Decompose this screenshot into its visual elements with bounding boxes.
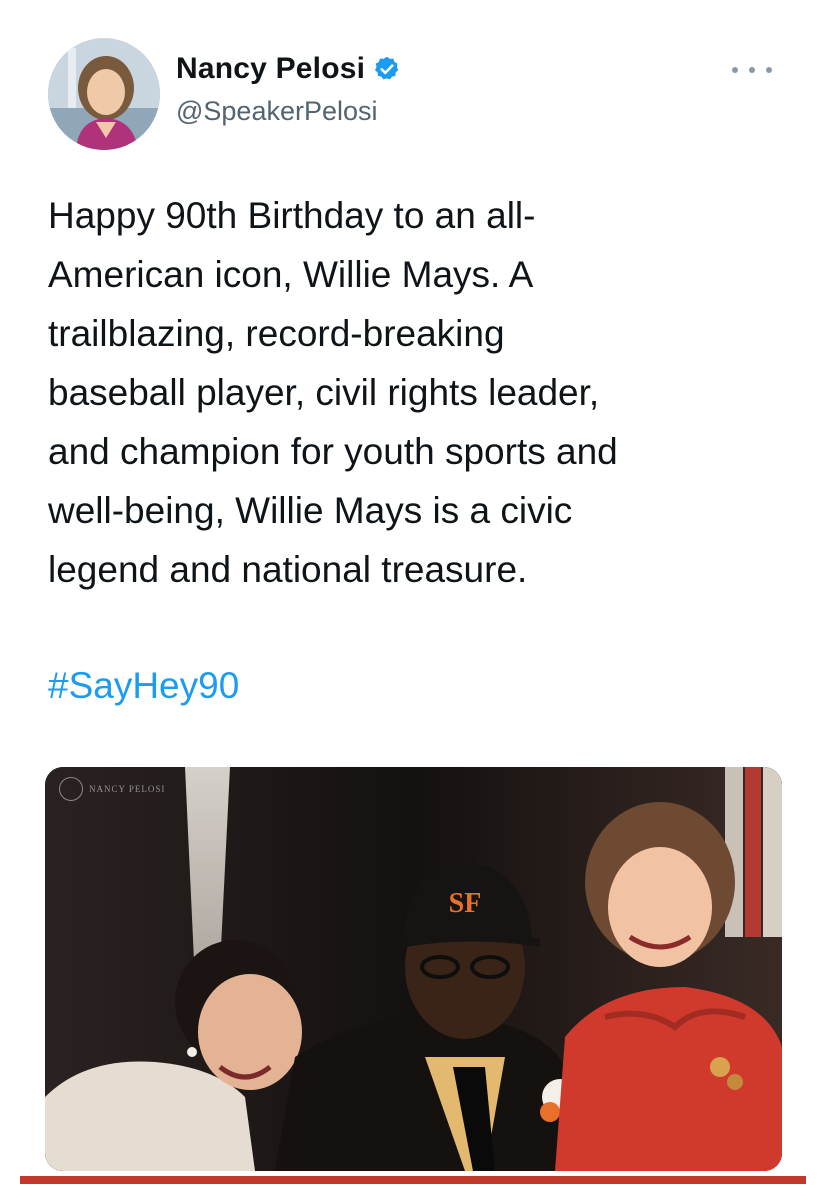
bottom-divider bbox=[20, 1176, 806, 1184]
tweet-text-line: baseball player, civil rights leader, bbox=[48, 372, 600, 413]
tweet-card: Nancy Pelosi @SpeakerPelosi Happy 90th B… bbox=[0, 0, 824, 1200]
ellipsis-dot bbox=[749, 67, 755, 73]
author-display-name[interactable]: Nancy Pelosi bbox=[176, 52, 365, 86]
ellipsis-icon[interactable] bbox=[732, 60, 772, 80]
tweet-text-line: American icon, Willie Mays. A bbox=[48, 254, 534, 295]
watermark-text: NANCY PELOSI bbox=[89, 784, 166, 794]
author-handle[interactable]: @SpeakerPelosi bbox=[176, 96, 378, 127]
tweet-text-line: trailblazing, record-breaking bbox=[48, 313, 505, 354]
ellipsis-dot bbox=[766, 67, 772, 73]
hashtag-link[interactable]: #SayHey90 bbox=[48, 656, 239, 715]
author-avatar[interactable] bbox=[48, 38, 160, 150]
svg-text:SF: SF bbox=[449, 888, 482, 919]
tweet-text-line: well-being, Willie Mays is a civic bbox=[48, 490, 573, 531]
photo-watermark: NANCY PELOSI bbox=[59, 777, 165, 801]
tweet-text-line: and champion for youth sports and bbox=[48, 431, 618, 472]
ellipsis-dot bbox=[732, 67, 738, 73]
tweet-text: Happy 90th Birthday to an all- American … bbox=[48, 186, 788, 599]
verified-badge-icon bbox=[373, 55, 401, 83]
author-name-row: Nancy Pelosi bbox=[176, 52, 401, 86]
seal-icon bbox=[59, 777, 83, 801]
photo-illustration: SF bbox=[45, 767, 782, 1171]
avatar-photo bbox=[48, 38, 160, 150]
tweet-photo[interactable]: SF NANCY PELOSI bbox=[45, 767, 782, 1171]
tweet-text-line: legend and national treasure. bbox=[48, 549, 528, 590]
tweet-text-line: Happy 90th Birthday to an all- bbox=[48, 195, 536, 236]
